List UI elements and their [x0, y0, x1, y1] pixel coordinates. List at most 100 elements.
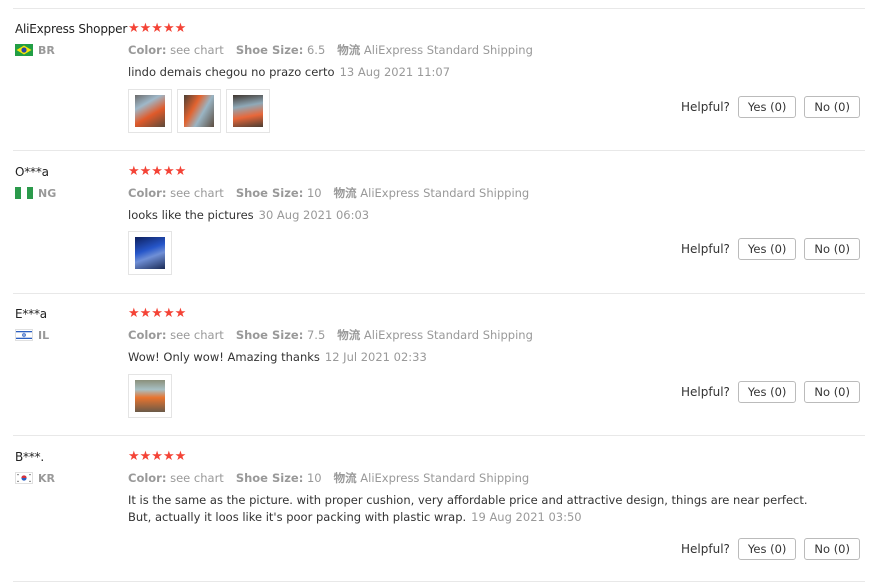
color-value: see chart — [170, 328, 224, 342]
order-info: Color: see chart Shoe Size: 10 物流 AliExpre… — [128, 185, 865, 201]
review-photo-thumbnail[interactable] — [128, 89, 172, 133]
review-content: ★★★★★ Color: see chart Shoe Size: 6.5 物流 A… — [128, 20, 865, 81]
color-label: Color: — [128, 328, 167, 342]
shoe-size-label: Shoe Size: — [235, 471, 304, 485]
star-rating: ★★★★★ — [128, 164, 187, 179]
reviewer-country: IL — [15, 328, 127, 342]
shoe-photo-icon — [135, 237, 165, 269]
helpful-label: Helpful? — [681, 542, 730, 556]
shoe-size-label: Shoe Size: — [235, 186, 304, 200]
review-body: But, actually it loos like it's poor pac… — [128, 510, 467, 524]
helpful-controls: Helpful? Yes (0) No (0) — [681, 238, 860, 260]
reviewer-info: O***a NG — [15, 163, 127, 200]
review-text: looks like the pictures 30 Aug 2021 06:03 — [128, 207, 865, 224]
shoe-photo-icon — [135, 380, 165, 412]
helpful-yes-button[interactable]: Yes (0) — [737, 238, 797, 260]
shoe-photo-icon — [184, 95, 214, 127]
review-content: ★★★★★ Color: see chart Shoe Size: 10 物流 Al… — [128, 163, 865, 224]
helpful-no-button[interactable]: No (0) — [804, 238, 860, 260]
shoe-size-value: 10 — [306, 186, 322, 200]
flag-israel-icon — [15, 329, 33, 341]
review-text: lindo demais chegou no prazo certo 13 Aug… — [128, 64, 865, 81]
shipping-value: AliExpress Standard Shipping — [360, 186, 530, 200]
shoe-photo-icon — [135, 95, 165, 127]
review-date: 12 Jul 2021 02:33 — [324, 350, 427, 364]
review-photos — [128, 89, 270, 133]
helpful-yes-button[interactable]: Yes (0) — [737, 381, 797, 403]
review-body: Wow! Only wow! Amazing thanks — [128, 350, 320, 364]
helpful-controls: Helpful? Yes (0) No (0) — [681, 381, 860, 403]
logistics-label: 物流 — [333, 186, 357, 200]
reviewer-country: NG — [15, 186, 127, 200]
reviewer-info: E***a IL — [15, 305, 127, 342]
helpful-no-button[interactable]: No (0) — [804, 381, 860, 403]
reviewer-country: KR — [15, 471, 127, 485]
shoe-size-label: Shoe Size: — [235, 328, 304, 342]
helpful-controls: Helpful? Yes (0) No (0) — [681, 538, 860, 560]
helpful-controls: Helpful? Yes (0) No (0) — [681, 96, 860, 118]
review-body: looks like the pictures — [128, 208, 254, 222]
country-code: BR — [38, 43, 55, 57]
color-value: see chart — [170, 471, 224, 485]
helpful-yes-button[interactable]: Yes (0) — [737, 96, 797, 118]
reviewer-name: AliExpress Shopper — [15, 22, 128, 36]
review-body: lindo demais chegou no prazo certo — [128, 65, 335, 79]
shipping-value: AliExpress Standard Shipping — [363, 328, 533, 342]
helpful-yes-button[interactable]: Yes (0) — [737, 538, 797, 560]
order-info: Color: see chart Shoe Size: 6.5 物流 AliExpr… — [128, 42, 865, 58]
star-rating: ★★★★★ — [128, 21, 187, 36]
country-code: KR — [38, 471, 55, 485]
review-photo-thumbnail[interactable] — [177, 89, 221, 133]
helpful-label: Helpful? — [681, 100, 730, 114]
review-date: 19 Aug 2021 03:50 — [471, 510, 582, 524]
star-rating: ★★★★★ — [128, 449, 187, 464]
shipping-value: AliExpress Standard Shipping — [360, 471, 530, 485]
shoe-size-value: 10 — [306, 471, 322, 485]
review-photo-thumbnail[interactable] — [226, 89, 270, 133]
helpful-no-button[interactable]: No (0) — [804, 96, 860, 118]
review-item: O***a NG ★★★★★ Color: see chart Shoe Size… — [13, 163, 865, 294]
logistics-label: 物流 — [337, 328, 361, 342]
reviewer-info: B***. KR — [15, 448, 127, 485]
color-label: Color: — [128, 471, 167, 485]
review-date: 30 Aug 2021 06:03 — [258, 208, 370, 222]
top-divider — [13, 8, 865, 9]
review-content: ★★★★★ Color: see chart Shoe Size: 7.5 物流 A… — [128, 305, 865, 366]
flag-brazil-icon — [15, 44, 33, 56]
review-item: E***a IL ★★★★★ Color: see chart Shoe Size… — [13, 305, 865, 436]
shoe-size-value: 6.5 — [306, 43, 326, 57]
review-text: Wow! Only wow! Amazing thanks 12 Jul 2021… — [128, 349, 865, 366]
helpful-no-button[interactable]: No (0) — [804, 538, 860, 560]
review-content: ★★★★★ Color: see chart Shoe Size: 10 物流 Al… — [128, 448, 865, 526]
reviewer-name: B***. — [15, 450, 45, 464]
shoe-size-label: Shoe Size: — [235, 43, 304, 57]
reviewer-info: AliExpress Shopper BR — [15, 20, 127, 57]
order-info: Color: see chart Shoe Size: 7.5 物流 AliExpr… — [128, 327, 865, 343]
reviewer-name: O***a — [15, 165, 49, 179]
review-photos — [128, 231, 172, 275]
color-label: Color: — [128, 186, 167, 200]
flag-nigeria-icon — [15, 187, 33, 199]
country-code: IL — [38, 328, 50, 342]
review-date: 13 Aug 2021 11:07 — [339, 65, 451, 79]
review-photo-thumbnail[interactable] — [128, 374, 172, 418]
reviewer-name: E***a — [15, 307, 47, 321]
review-photos — [128, 374, 172, 418]
shipping-value: AliExpress Standard Shipping — [363, 43, 533, 57]
review-item: AliExpress Shopper BR ★★★★★ Color: see c… — [13, 20, 865, 151]
logistics-label: 物流 — [333, 471, 357, 485]
helpful-label: Helpful? — [681, 385, 730, 399]
review-text: It is the same as the picture. with prop… — [128, 492, 865, 526]
reviewer-country: BR — [15, 43, 127, 57]
review-photo-thumbnail[interactable] — [128, 231, 172, 275]
review-body-line-1: It is the same as the picture. with prop… — [128, 493, 808, 507]
color-label: Color: — [128, 43, 167, 57]
star-rating: ★★★★★ — [128, 306, 187, 321]
country-code: NG — [38, 186, 57, 200]
review-item: B***. KR ★★★★★ Color: see chart Shoe Size… — [13, 448, 865, 582]
logistics-label: 物流 — [337, 43, 361, 57]
flag-south-korea-icon — [15, 472, 33, 484]
order-info: Color: see chart Shoe Size: 10 物流 AliExpre… — [128, 470, 865, 486]
shoe-size-value: 7.5 — [306, 328, 326, 342]
color-value: see chart — [170, 43, 224, 57]
